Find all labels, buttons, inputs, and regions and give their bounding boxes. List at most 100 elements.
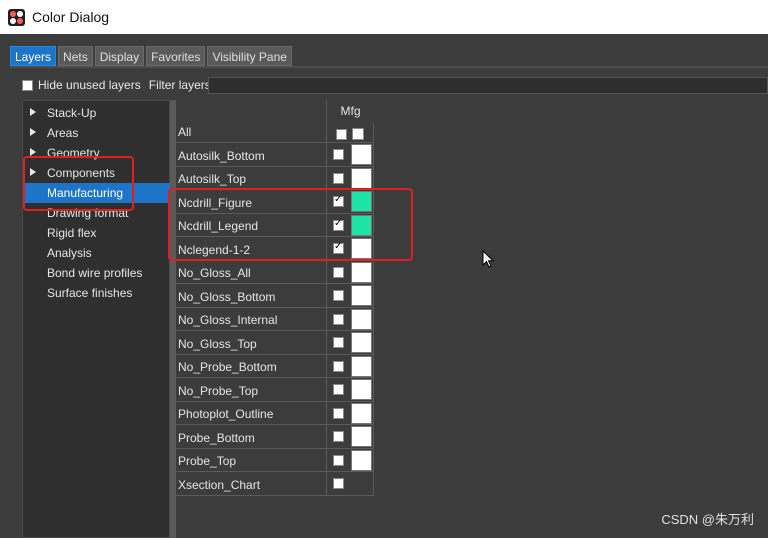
all-color-swatch[interactable]	[352, 128, 364, 140]
layer-grid-area: Mfg All Autosilk_Bottom Autosilk_Top Ncdril…	[176, 100, 768, 538]
hide-unused-checkbox[interactable]	[22, 79, 33, 91]
layer-color-swatch[interactable]	[351, 261, 372, 283]
layer-visibility-checkbox[interactable]	[333, 149, 344, 160]
layer-name: No_Gloss_Internal	[178, 313, 278, 327]
grid-row: No_Gloss_Top	[176, 331, 374, 355]
layer-visibility-checkbox[interactable]	[333, 290, 344, 301]
title-bar: Color Dialog	[0, 0, 768, 34]
layer-color-swatch[interactable]	[351, 449, 372, 471]
layer-name: Ncdrill_Legend	[178, 219, 259, 233]
tab-divider	[10, 66, 768, 68]
tab-layers[interactable]: Layers	[10, 46, 57, 66]
grid-row: No_Gloss_Internal	[176, 307, 374, 331]
layer-color-swatch[interactable]	[351, 379, 372, 400]
grid-row: Autosilk_Top	[176, 166, 374, 190]
layer-color-swatch[interactable]	[351, 426, 372, 447]
tab-visibility-pane[interactable]: Visibility Pane	[207, 46, 292, 66]
all-visibility-checkbox[interactable]	[336, 129, 347, 140]
grid-row: Autosilk_Bottom	[176, 143, 374, 167]
layer-color-swatch[interactable]	[351, 332, 372, 353]
grid-row: No_Gloss_All	[176, 260, 374, 284]
tree-item-rigid-flex[interactable]: Rigid flex	[23, 223, 171, 243]
tab-favorites[interactable]: Favorites	[146, 46, 206, 66]
watermark: CSDN @朱万利	[661, 512, 754, 527]
app-icon	[8, 8, 25, 26]
layer-visibility-checkbox[interactable]	[333, 172, 344, 184]
layer-color-swatch[interactable]	[351, 285, 372, 306]
window-title: Color Dialog	[32, 9, 110, 25]
expand-arrow-icon[interactable]	[30, 148, 36, 156]
layer-color-swatch[interactable]	[351, 191, 372, 212]
tree-item-surface-finishes[interactable]: Surface finishes	[23, 283, 171, 303]
layer-visibility-checkbox[interactable]	[333, 194, 344, 207]
tree-item-label: Drawing format	[47, 206, 129, 220]
layer-visibility-checkbox[interactable]	[333, 384, 344, 395]
grid-row: Ncdrill_Legend	[176, 213, 374, 237]
layer-name: Ncdrill_Figure	[178, 195, 253, 210]
layer-visibility-checkbox[interactable]	[333, 337, 344, 348]
expand-arrow-icon[interactable]	[30, 108, 36, 116]
tree-item-label: Surface finishes	[47, 286, 133, 300]
grid-row: Probe_Bottom	[176, 425, 374, 449]
layer-visibility-checkbox[interactable]	[333, 360, 344, 372]
grid-row: Photoplot_Outline	[176, 401, 374, 425]
hide-unused-label: Hide unused layers	[38, 78, 141, 92]
layer-name: Photoplot_Outline	[178, 407, 274, 421]
layer-visibility-checkbox[interactable]	[333, 241, 344, 254]
tree-item-label: Bond wire profiles	[47, 266, 143, 280]
tree-item-manufacturing[interactable]: Manufacturing	[23, 183, 171, 203]
tree-item-drawing-format[interactable]: Drawing format	[23, 203, 171, 223]
grid-row: No_Probe_Bottom	[176, 354, 374, 378]
layer-name: Nclegend-1-2	[178, 242, 251, 257]
expand-arrow-icon[interactable]	[30, 168, 36, 176]
tree-item-analysis[interactable]: Analysis	[23, 243, 171, 263]
layer-name: No_Gloss_Top	[178, 336, 257, 351]
grid-row: Xsection_Chart	[176, 472, 374, 496]
filter-row: Hide unused layers Filter layers:	[22, 76, 214, 94]
layer-visibility-checkbox[interactable]	[333, 218, 344, 231]
layer-color-swatch[interactable]	[351, 214, 372, 236]
category-tree: Stack-Up Areas Geometry Components Manufactu…	[22, 100, 171, 538]
filter-layers-input[interactable]	[208, 77, 768, 94]
tab-display[interactable]: Display	[94, 46, 145, 66]
tree-item-components[interactable]: Components	[23, 163, 171, 183]
layer-name: No_Gloss_Bottom	[178, 289, 276, 304]
layer-color-swatch[interactable]	[351, 402, 372, 424]
tab-bar: Layers Nets Display Favorites Visibility Pan…	[10, 46, 292, 66]
expand-arrow-icon[interactable]	[30, 128, 36, 136]
layer-visibility-checkbox[interactable]	[333, 478, 344, 489]
tree-item-bond-wire-profiles[interactable]: Bond wire profiles	[23, 263, 171, 283]
tree-item-label: Manufacturing	[47, 186, 124, 200]
layer-visibility-checkbox[interactable]	[333, 407, 344, 419]
layer-name: All	[178, 125, 192, 139]
layer-name: Probe_Bottom	[178, 430, 255, 445]
layer-color-swatch[interactable]	[351, 167, 372, 189]
layer-color-swatch[interactable]	[351, 144, 372, 165]
layer-name: Xsection_Chart	[178, 477, 261, 492]
tree-item-label: Analysis	[47, 246, 92, 260]
layer-name: No_Probe_Top	[178, 383, 259, 398]
tree-item-areas[interactable]: Areas	[23, 123, 171, 143]
tree-item-geometry[interactable]: Geometry	[23, 143, 171, 163]
layer-visibility-checkbox[interactable]	[333, 266, 344, 278]
tree-item-label: Areas	[47, 126, 79, 140]
layer-visibility-checkbox[interactable]	[333, 431, 344, 442]
tree-item-label: Components	[47, 166, 116, 180]
grid-row-all: All	[176, 100, 374, 143]
layer-name: No_Gloss_All	[178, 266, 251, 280]
layer-name: No_Probe_Bottom	[178, 360, 277, 374]
grid-row: Probe_Top	[176, 448, 374, 472]
layer-visibility-checkbox[interactable]	[333, 454, 344, 466]
grid-row: Ncdrill_Figure	[176, 190, 374, 214]
layer-color-swatch[interactable]	[351, 308, 372, 330]
layer-name: Autosilk_Bottom	[178, 148, 265, 163]
layer-visibility-checkbox[interactable]	[333, 313, 344, 325]
layer-color-swatch[interactable]	[351, 355, 372, 377]
layer-color-swatch[interactable]	[351, 238, 372, 259]
tree-item-label: Stack-Up	[47, 106, 97, 120]
layer-name: Probe_Top	[178, 454, 237, 468]
tab-nets[interactable]: Nets	[58, 46, 93, 66]
tree-item-label: Rigid flex	[47, 226, 97, 240]
grid-row: No_Probe_Top	[176, 378, 374, 402]
tree-item-stack-up[interactable]: Stack-Up	[23, 103, 171, 123]
